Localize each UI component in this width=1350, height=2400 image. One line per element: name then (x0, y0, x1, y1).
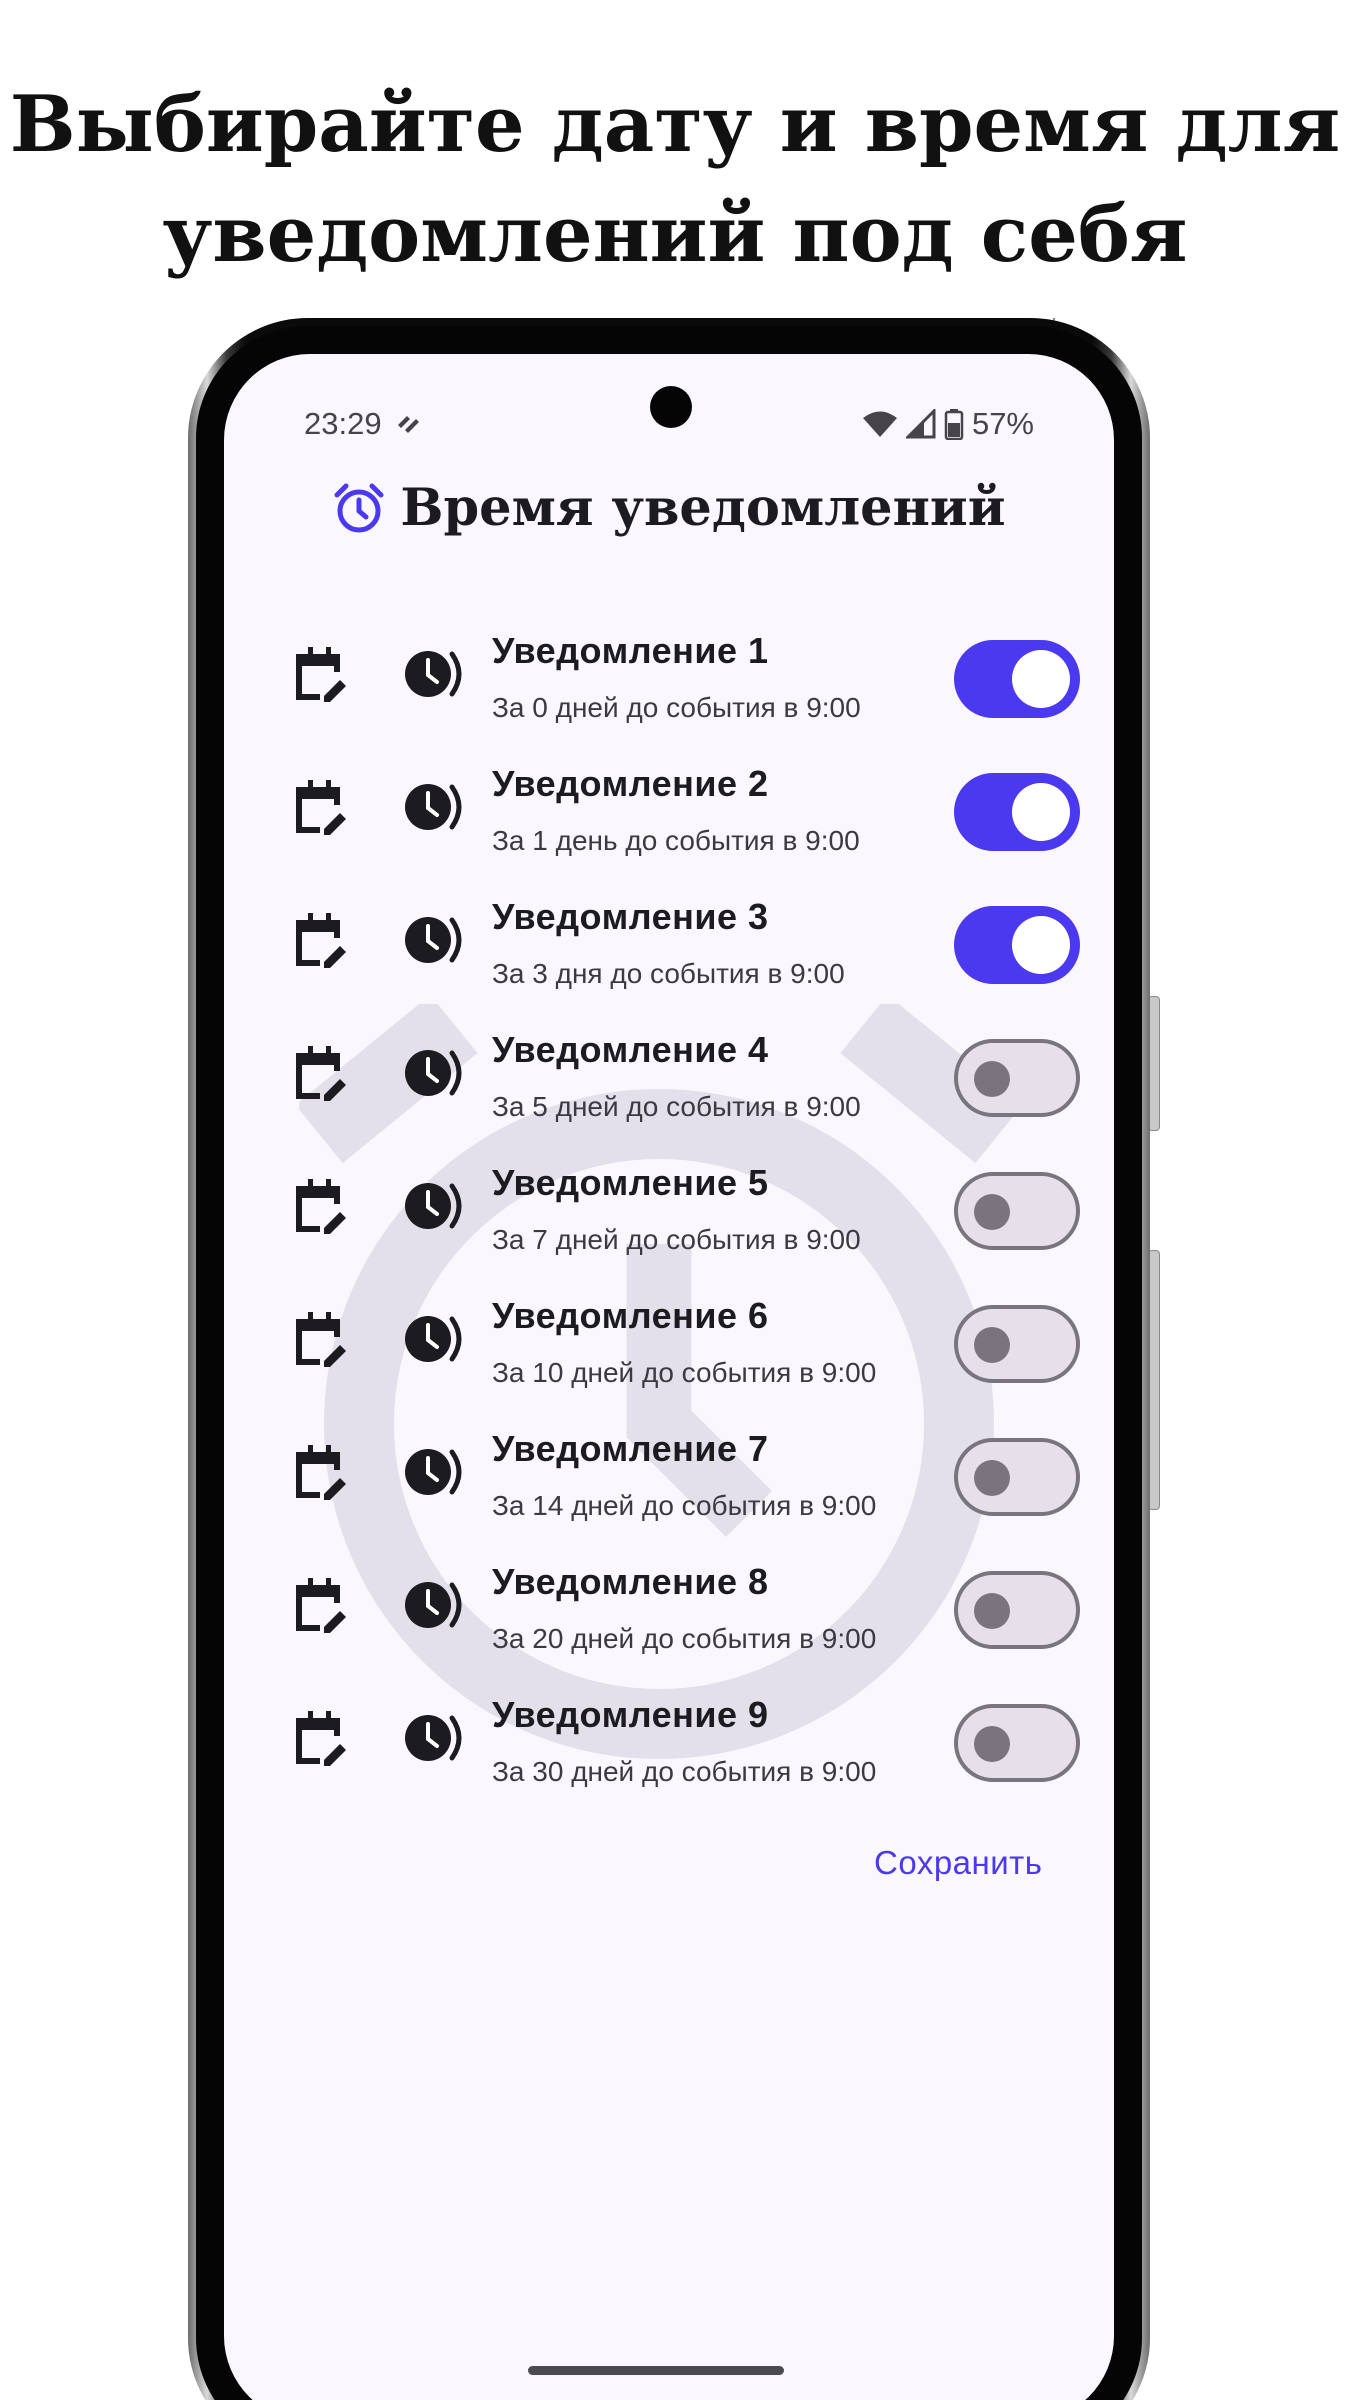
wifi-icon (862, 411, 897, 437)
phone-screen: 23:29 57% Время уведомлений Уведомление … (224, 354, 1114, 2400)
notification-title: Уведомление 6 (492, 1295, 769, 1336)
notification-row: Уведомление 5 За 7 дней до события в 9:0… (224, 1144, 1114, 1277)
calendar-edit-icon[interactable] (294, 1045, 346, 1101)
toggle-knob (974, 1726, 1010, 1762)
notification-row: Уведомление 9 За 30 дней до события в 9:… (224, 1676, 1114, 1809)
phone-frame: 23:29 57% Время уведомлений Уведомление … (188, 318, 1150, 2400)
notification-toggle[interactable] (954, 773, 1080, 851)
notification-title: Уведомление 2 (492, 763, 769, 804)
notification-title: Уведомление 7 (492, 1428, 769, 1469)
notification-title: Уведомление 8 (492, 1561, 769, 1602)
notification-description: За 30 дней до события в 9:00 (492, 1756, 877, 1787)
promo-headline: Выбирайте дату и время для уведомлений п… (0, 70, 1350, 290)
notification-list: Уведомление 1 За 0 дней до события в 9:0… (224, 612, 1114, 1809)
status-time: 23:29 (304, 406, 382, 441)
notification-toggle[interactable] (954, 1172, 1080, 1250)
calendar-edit-icon[interactable] (294, 1178, 346, 1234)
calendar-edit-icon[interactable] (294, 779, 346, 835)
notification-toggle[interactable] (954, 1571, 1080, 1649)
promo-headline-line1: Выбирайте дату и время для (9, 79, 1341, 170)
toggle-knob (1012, 916, 1070, 974)
clock-snooze-icon[interactable] (404, 781, 466, 833)
front-camera (650, 386, 692, 428)
calendar-edit-icon[interactable] (294, 1577, 346, 1633)
notification-title: Уведомление 9 (492, 1694, 769, 1735)
notification-row: Уведомление 3 За 3 дня до события в 9:00 (224, 878, 1114, 1011)
toggle-knob (974, 1593, 1010, 1629)
toggle-knob (1012, 783, 1070, 841)
notification-description: За 14 дней до события в 9:00 (492, 1490, 877, 1521)
calendar-edit-icon[interactable] (294, 1710, 346, 1766)
clock-snooze-icon[interactable] (404, 1313, 466, 1365)
clock-snooze-icon[interactable] (404, 1180, 466, 1232)
notification-description: За 3 дня до события в 9:00 (492, 958, 845, 989)
clock-snooze-icon[interactable] (404, 1579, 466, 1631)
notification-title: Уведомление 3 (492, 896, 769, 937)
notification-toggle[interactable] (954, 1305, 1080, 1383)
notification-row: Уведомление 4 За 5 дней до события в 9:0… (224, 1011, 1114, 1144)
clock-snooze-icon[interactable] (404, 1446, 466, 1498)
promo-headline-line2: уведомлений под себя (162, 189, 1188, 280)
notification-toggle[interactable] (954, 1039, 1080, 1117)
status-bar-left: 23:29 (304, 406, 422, 442)
notification-row: Уведомление 1 За 0 дней до события в 9:0… (224, 612, 1114, 745)
app-notification-icon (397, 416, 419, 433)
dialog-title: Время уведомлений (224, 478, 1114, 538)
alarm-clock-icon (334, 483, 384, 533)
notification-row: Уведомление 7 За 14 дней до события в 9:… (224, 1410, 1114, 1543)
toggle-knob (974, 1061, 1010, 1097)
notification-title: Уведомление 4 (492, 1029, 769, 1070)
cell-signal-icon (905, 409, 936, 439)
save-button[interactable]: Сохранить (874, 1844, 1043, 1882)
clock-snooze-icon[interactable] (404, 1712, 466, 1764)
notification-row: Уведомление 8 За 20 дней до события в 9:… (224, 1543, 1114, 1676)
notification-description: За 0 дней до события в 9:00 (492, 692, 861, 723)
notification-description: За 1 день до события в 9:00 (492, 825, 860, 856)
calendar-edit-icon[interactable] (294, 1444, 346, 1500)
clock-snooze-icon[interactable] (404, 914, 466, 966)
notification-toggle[interactable] (954, 640, 1080, 718)
notification-title: Уведомление 1 (492, 630, 769, 671)
toggle-knob (974, 1327, 1010, 1363)
calendar-edit-icon[interactable] (294, 1311, 346, 1367)
notification-row: Уведомление 6 За 10 дней до события в 9:… (224, 1277, 1114, 1410)
calendar-edit-icon[interactable] (294, 912, 346, 968)
calendar-edit-icon[interactable] (294, 646, 346, 702)
toggle-knob (1012, 650, 1070, 708)
dialog-title-text: Время уведомлений (400, 478, 1006, 538)
battery-icon (944, 409, 964, 440)
notification-toggle[interactable] (954, 1438, 1080, 1516)
clock-snooze-icon[interactable] (404, 1047, 466, 1099)
notification-description: За 10 дней до события в 9:00 (492, 1357, 877, 1388)
battery-percent: 57% (971, 406, 1034, 441)
notification-description: За 5 дней до события в 9:00 (492, 1091, 861, 1122)
clock-snooze-icon[interactable] (404, 648, 466, 700)
home-indicator[interactable] (528, 2366, 784, 2375)
toggle-knob (974, 1194, 1010, 1230)
notification-row: Уведомление 2 За 1 день до события в 9:0… (224, 745, 1114, 878)
notification-description: За 7 дней до события в 9:00 (492, 1224, 861, 1255)
notification-toggle[interactable] (954, 1704, 1080, 1782)
notification-title: Уведомление 5 (492, 1162, 769, 1203)
notification-toggle[interactable] (954, 906, 1080, 984)
notification-description: За 20 дней до события в 9:00 (492, 1623, 877, 1654)
toggle-knob (974, 1460, 1010, 1496)
status-bar-right: 57% (862, 406, 1034, 442)
